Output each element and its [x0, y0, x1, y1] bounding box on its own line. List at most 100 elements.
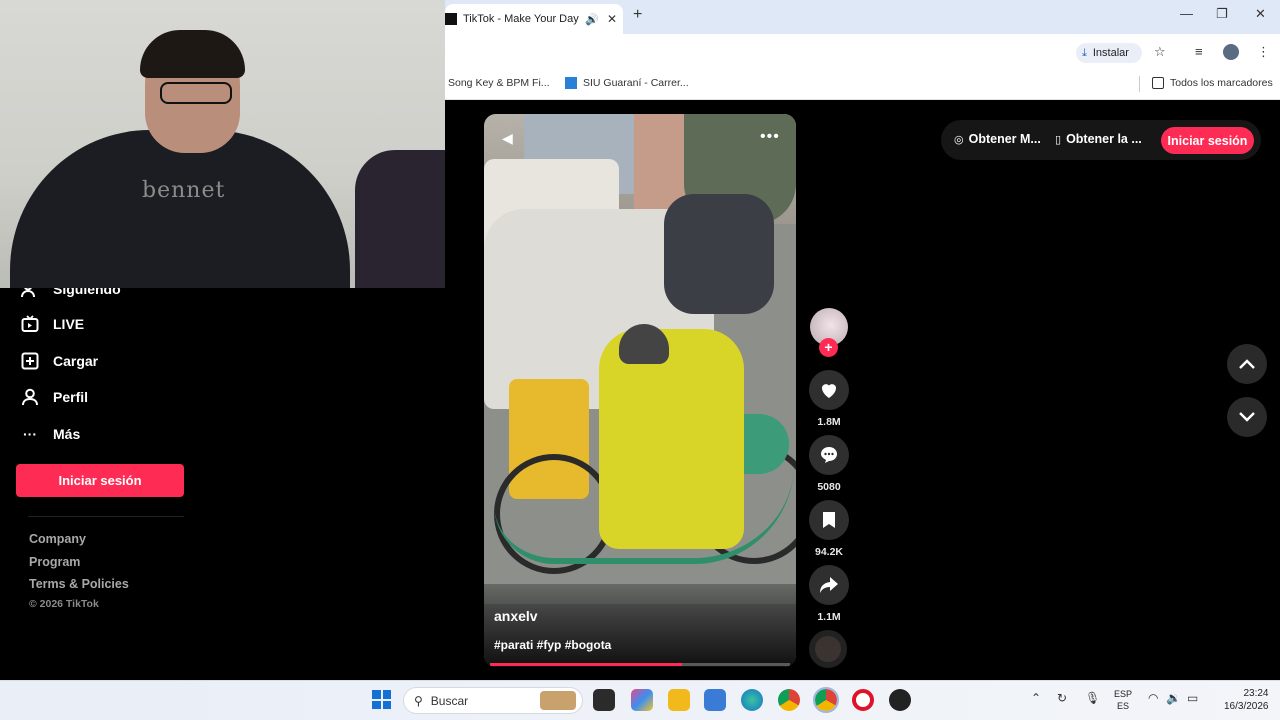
screen: TikTok - Make Your Day 🔊 ✕ + — ❐ ✕ ⤓ Ins…: [0, 0, 1280, 720]
sidebar-item-live[interactable]: LIVE: [20, 314, 84, 334]
language-code: ESP: [1114, 689, 1133, 699]
search-highlight-image: [540, 691, 576, 710]
new-tab-button[interactable]: +: [633, 6, 642, 24]
top-login-button[interactable]: Iniciar sesión: [1161, 127, 1254, 154]
chrome-icon[interactable]: [778, 689, 800, 711]
all-bookmarks-label: Todos los marcadores: [1170, 77, 1273, 89]
copilot-icon[interactable]: [631, 689, 653, 711]
bookmark-star-icon[interactable]: ☆: [1154, 44, 1166, 60]
volume-tray-icon[interactable]: 🔉: [1166, 691, 1181, 705]
webcam-person-hair: [140, 30, 245, 78]
footer-link-terms[interactable]: Terms & Policies: [29, 577, 129, 591]
folder-icon: [1152, 77, 1164, 89]
share-icon: [820, 577, 838, 593]
save-button[interactable]: [809, 500, 849, 540]
heart-icon: [822, 384, 836, 398]
phone-icon: ▯: [1055, 133, 1062, 146]
comment-button[interactable]: [809, 435, 849, 475]
like-button[interactable]: [809, 370, 849, 410]
app-icon[interactable]: [889, 689, 911, 711]
sidebar-login-button[interactable]: Iniciar sesión: [16, 464, 184, 497]
bookmark-song-key[interactable]: Song Key & BPM Fi...: [448, 77, 550, 89]
windows-start-icon[interactable]: [372, 690, 391, 709]
get-coins-button[interactable]: ◎ Obtener M...: [954, 132, 1041, 146]
close-window-button[interactable]: ✕: [1255, 6, 1266, 22]
share-count: 1.1M: [817, 611, 841, 623]
clock-date: 16/3/2026: [1224, 701, 1269, 712]
install-button[interactable]: ⤓ Instalar: [1076, 43, 1142, 63]
coin-icon: ◎: [954, 133, 964, 146]
webcam-background-object: [355, 150, 445, 288]
video-scene-rider: [599, 329, 744, 549]
more-icon: ···: [23, 426, 37, 442]
opera-icon[interactable]: [852, 689, 874, 711]
tray-mic-icon[interactable]: 🎙: [1085, 691, 1100, 705]
webcam-overlay: bennet: [0, 0, 445, 288]
bookmark-label: Song Key & BPM Fi...: [448, 77, 550, 89]
comment-icon: [821, 447, 837, 463]
webcam-glasses: [160, 82, 232, 104]
profile-icon: [20, 387, 40, 407]
battery-icon[interactable]: ▭: [1187, 691, 1198, 705]
close-tab-button[interactable]: ✕: [607, 12, 617, 26]
tray-chevron-up-icon[interactable]: ⌃: [1031, 691, 1041, 705]
restore-button[interactable]: ❐: [1216, 6, 1228, 22]
video-player[interactable]: ◀ ••• anxelv #parati #fyp #bogota: [484, 114, 796, 667]
file-explorer-icon[interactable]: [668, 689, 690, 711]
copyright: © 2026 TikTok: [29, 598, 99, 610]
minimize-button[interactable]: —: [1180, 6, 1193, 21]
install-label: Instalar: [1092, 47, 1129, 59]
video-username[interactable]: anxelv: [494, 608, 538, 624]
footer-link-program[interactable]: Program: [29, 555, 80, 569]
bookmark-siu-guarani[interactable]: SIU Guaraní - Carrer...: [565, 77, 689, 89]
bookmarks-divider: [1139, 76, 1140, 92]
system-clock[interactable]: 23:24 16/3/2026: [1224, 687, 1269, 713]
live-icon: [20, 314, 40, 334]
video-more-button[interactable]: •••: [760, 128, 780, 146]
video-hashtags[interactable]: #parati #fyp #bogota: [494, 638, 611, 652]
next-video-button[interactable]: [1227, 397, 1267, 437]
share-button[interactable]: [809, 565, 849, 605]
sidebar-item-profile[interactable]: Perfil: [20, 387, 88, 407]
upload-icon: [20, 351, 40, 371]
speaker-icon[interactable]: 🔊: [585, 13, 599, 26]
footer-link-company[interactable]: Company: [29, 532, 86, 546]
get-app-button[interactable]: ▯ Obtener la ...: [1055, 132, 1142, 146]
chevron-up-icon: [1239, 359, 1255, 369]
get-coins-label: Obtener M...: [968, 132, 1041, 146]
previous-video-button[interactable]: [1227, 344, 1267, 384]
chevron-down-icon: [1239, 412, 1255, 422]
taskbar-search[interactable]: ⚲ Buscar: [403, 687, 583, 714]
video-scene-motorcycle: [664, 194, 774, 314]
edge-icon[interactable]: [741, 689, 763, 711]
video-caption-gradient: [484, 584, 796, 667]
sidebar-item-more[interactable]: ··· Más: [20, 424, 80, 444]
comment-count: 5080: [817, 481, 841, 493]
bookmark-label: SIU Guaraní - Carrer...: [583, 77, 689, 89]
save-count: 94.2K: [814, 546, 844, 558]
tiktok-favicon-icon: [445, 13, 457, 25]
browser-menu-icon[interactable]: ⋮: [1257, 44, 1270, 60]
clock-time: 23:24: [1243, 688, 1269, 699]
like-count: 1.8M: [817, 416, 841, 428]
siu-favicon-icon: [565, 77, 577, 89]
tray-sync-icon[interactable]: ↻: [1057, 691, 1067, 705]
language-indicator[interactable]: ESP ES: [1114, 688, 1132, 712]
media-control-icon[interactable]: ≡: [1195, 44, 1203, 59]
tab-title: TikTok - Make Your Day: [463, 13, 579, 25]
sidebar-item-label: Cargar: [53, 353, 99, 369]
sidebar-item-upload[interactable]: Cargar: [20, 351, 98, 371]
volume-icon[interactable]: ◀: [502, 130, 513, 147]
wifi-icon[interactable]: ◠: [1148, 691, 1158, 705]
sidebar-divider: [28, 516, 184, 517]
taskbar-search-placeholder: Buscar: [430, 693, 469, 708]
video-progress-fill: [490, 663, 682, 666]
music-disc-icon[interactable]: [809, 630, 847, 668]
all-bookmarks-folder[interactable]: Todos los marcadores: [1152, 77, 1273, 89]
tab-tiktok[interactable]: TikTok - Make Your Day 🔊 ✕: [445, 4, 623, 34]
snipping-tool-icon[interactable]: [704, 689, 726, 711]
chrome-active-icon[interactable]: [813, 687, 839, 713]
task-view-icon[interactable]: [593, 689, 615, 711]
follow-button[interactable]: +: [819, 338, 838, 357]
profile-avatar[interactable]: [1223, 44, 1239, 60]
